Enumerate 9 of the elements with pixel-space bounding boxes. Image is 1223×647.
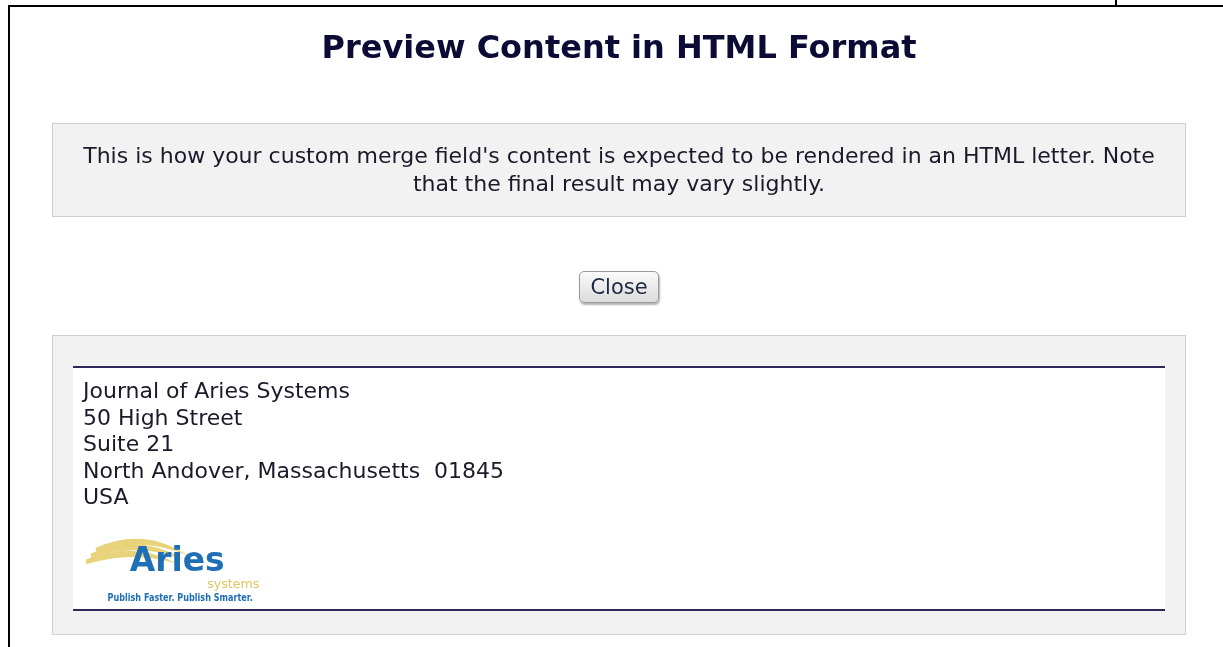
close-button[interactable]: Close <box>579 271 659 303</box>
notice-text: This is how your custom merge field's content is expected to be rendered in an HTML letter. Note that the final result may vary slightly. <box>52 123 1186 217</box>
logo-drawing: Aries systems Publish Faster. Publish Smarter. <box>83 510 283 603</box>
dialog-title: Preview Content in HTML Format <box>320 27 918 67</box>
address-line: Journal of Aries Systems <box>83 378 351 405</box>
address-line: USA <box>83 484 130 511</box>
address-line: 50 High Street <box>83 404 244 431</box>
address-line: Suite 21 <box>83 431 176 458</box>
address-line: North Andover, Massachusetts 01845 <box>83 457 506 484</box>
